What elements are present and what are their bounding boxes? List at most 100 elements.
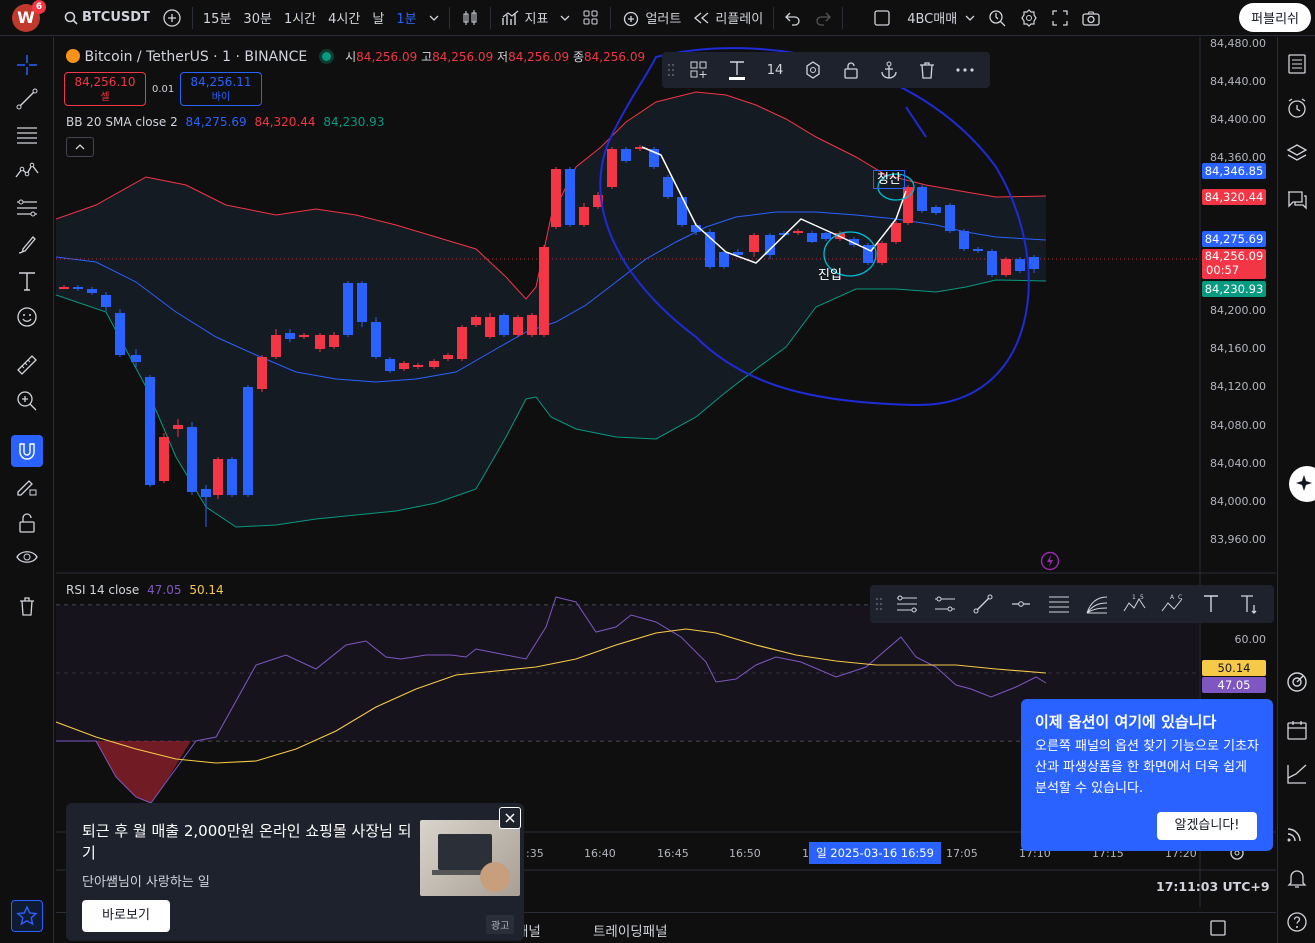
quick-channel-tool[interactable] xyxy=(926,588,964,620)
emoji-tool[interactable] xyxy=(11,301,43,333)
template-button[interactable] xyxy=(680,54,718,86)
more-button[interactable] xyxy=(946,54,984,86)
anchor-button[interactable] xyxy=(870,54,908,86)
trendline-tool[interactable] xyxy=(11,83,43,115)
options-builder-button[interactable] xyxy=(1282,759,1312,789)
quick-elliott-tool[interactable]: 15 xyxy=(1116,588,1154,620)
alerts-panel-button[interactable] xyxy=(1282,93,1312,123)
help-button[interactable] xyxy=(1282,907,1312,937)
camera-icon xyxy=(1082,11,1100,26)
quick-hline-tool[interactable] xyxy=(1002,588,1040,620)
quick-text-tool[interactable] xyxy=(1192,588,1230,620)
hide-drawings-tool[interactable] xyxy=(11,541,43,573)
chat-button[interactable] xyxy=(1282,185,1312,215)
layout-select-button[interactable]: 4BC매매 xyxy=(867,0,981,36)
fullscreen-button[interactable] xyxy=(1045,0,1075,36)
measure-tool[interactable] xyxy=(11,349,43,381)
ad-cta-button[interactable]: 바로보기 xyxy=(82,900,170,932)
crosshair-tool[interactable] xyxy=(11,49,43,81)
watchlist-button[interactable] xyxy=(1282,49,1312,79)
low-key: 저 xyxy=(497,50,509,64)
maximize-panel-button[interactable] xyxy=(1209,919,1227,941)
delete-drawing-button[interactable] xyxy=(908,54,946,86)
interval-4h[interactable]: 4시간 xyxy=(322,0,366,36)
quick-abc-tool[interactable]: AC xyxy=(1154,588,1192,620)
drag-handle[interactable] xyxy=(662,54,680,86)
interval-30m[interactable]: 30분 xyxy=(237,0,278,36)
exit-annotation[interactable]: 청산 xyxy=(873,170,905,189)
snapshot-button[interactable] xyxy=(1075,0,1107,36)
trash-icon xyxy=(20,597,34,616)
indicators-dropdown[interactable] xyxy=(554,0,576,36)
settings-button[interactable] xyxy=(1013,0,1045,36)
more-dots-icon xyxy=(956,68,974,72)
sell-button[interactable]: 84,256.10 셀 xyxy=(64,72,146,106)
candle-body xyxy=(987,251,997,275)
alert-button[interactable]: 얼러트 xyxy=(615,0,687,36)
interval-15m[interactable]: 15분 xyxy=(197,0,238,36)
notifications-button[interactable] xyxy=(1282,863,1312,893)
interval-dropdown[interactable] xyxy=(423,0,445,36)
fib-tool[interactable] xyxy=(11,119,43,151)
magnet-tool[interactable] xyxy=(11,435,43,467)
entry-annotation[interactable]: 진입 xyxy=(818,264,842,283)
rsi-axis-label: 60.00 xyxy=(1234,633,1267,646)
chevron-down-icon xyxy=(965,15,975,21)
layers-icon xyxy=(1286,144,1308,161)
abc-pattern-icon: AC xyxy=(1161,594,1183,612)
zoom-tool[interactable] xyxy=(11,385,43,417)
templates-button[interactable] xyxy=(576,0,606,36)
symbol-legend[interactable]: Bitcoin / TetherUS · 1 · BINANCE 시84,256… xyxy=(66,48,645,65)
drawing-settings-button[interactable] xyxy=(794,54,832,86)
symbol-search-button[interactable]: BTCUSDT xyxy=(58,0,156,36)
collapse-legend-button[interactable] xyxy=(66,137,94,157)
candle-body xyxy=(173,425,183,429)
favorites-button[interactable] xyxy=(11,900,43,932)
tab-trading-panel[interactable]: 트레이딩패널 xyxy=(593,920,668,940)
interval-1h[interactable]: 1시간 xyxy=(278,0,322,36)
drag-handle[interactable] xyxy=(870,588,888,620)
ad-close-button[interactable] xyxy=(499,807,521,829)
quick-text-size-tool[interactable] xyxy=(1230,588,1268,620)
publish-button[interactable]: 퍼블리쉬 xyxy=(1239,3,1311,32)
buy-button[interactable]: 84,256.11 바이 xyxy=(180,72,262,106)
interval-1d[interactable]: 날 xyxy=(366,0,390,36)
quick-trendline-tool[interactable] xyxy=(964,588,1002,620)
font-size-button[interactable]: 14 xyxy=(756,54,794,86)
redo-button[interactable] xyxy=(808,0,838,36)
ad-banner[interactable]: 퇴근 후 월 매출 2,000만원 온라인 쇼핑몰 사장님 되기 단아쌤님이 사… xyxy=(66,803,524,941)
price-axis-label: 84,040.00 xyxy=(1210,457,1266,470)
bb-legend[interactable]: BB 20 SMA close 2 84,275.69 84,320.44 84… xyxy=(66,115,384,129)
object-tree-button[interactable] xyxy=(1282,139,1312,169)
lock-drawing-button[interactable] xyxy=(832,54,870,86)
chart-type-button[interactable] xyxy=(454,0,486,36)
popup-ok-button[interactable]: 알겠습니다! xyxy=(1157,812,1257,840)
quick-search-button[interactable] xyxy=(981,0,1013,36)
rsi-legend[interactable]: RSI 14 close 47.05 50.14 xyxy=(66,583,224,597)
quick-fib-tool[interactable] xyxy=(1040,588,1078,620)
delete-drawings-tool[interactable] xyxy=(11,590,43,622)
lightning-icon[interactable] xyxy=(1040,551,1060,571)
brush-tool[interactable] xyxy=(11,229,43,261)
candle-body xyxy=(457,327,467,359)
calendar-button[interactable] xyxy=(1282,715,1312,745)
indicators-button[interactable]: 지표 xyxy=(495,0,555,36)
lock-drawings-tool[interactable] xyxy=(11,507,43,539)
options-button[interactable] xyxy=(1282,667,1312,697)
undo-button[interactable] xyxy=(778,0,808,36)
clock[interactable]: 17:11:03 UTC+9 xyxy=(1156,879,1270,894)
interval-1m[interactable]: 1분 xyxy=(390,0,422,36)
broadcast-button[interactable] xyxy=(1282,817,1312,847)
quick-fib-fan-tool[interactable] xyxy=(1078,588,1116,620)
quick-forecast-tool[interactable] xyxy=(888,588,926,620)
user-avatar[interactable]: W6 xyxy=(12,0,46,32)
text-tool[interactable] xyxy=(11,265,43,297)
ai-assistant-button[interactable] xyxy=(1289,466,1315,502)
pattern-tool[interactable] xyxy=(11,155,43,187)
channel-icon xyxy=(935,596,955,612)
replay-button[interactable]: 리플레이 xyxy=(687,0,769,36)
stay-drawing-tool[interactable] xyxy=(11,471,43,503)
forecast-tool[interactable] xyxy=(11,192,43,224)
text-color-button[interactable] xyxy=(718,54,756,86)
compare-button[interactable] xyxy=(156,0,188,36)
